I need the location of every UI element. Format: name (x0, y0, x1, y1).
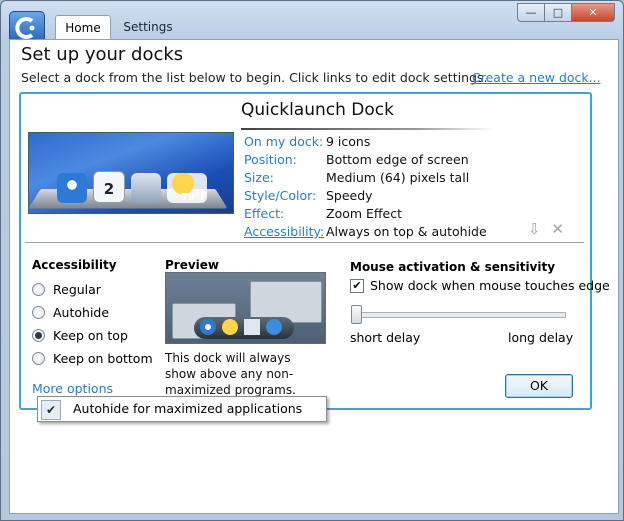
gear-icon (266, 319, 282, 335)
on-my-dock-link[interactable]: On my dock: (244, 134, 323, 149)
position-link[interactable]: Position: (244, 152, 297, 167)
radio-autohide-dot[interactable] (32, 305, 45, 319)
dock-panel[interactable]: 2 79°F Quicklaunch Dock On my dock: 9 ic… (19, 92, 610, 410)
on-my-dock-value: 9 icons (326, 134, 371, 149)
radio-keep-on-bottom[interactable]: Keep on bottom (32, 349, 153, 367)
tab-home[interactable]: Home (55, 15, 111, 41)
calendar-icon: 2 (93, 171, 125, 203)
dock-actions: ⇩ ✕ (528, 220, 564, 238)
accessibility-heading: Accessibility (32, 258, 117, 272)
position-value: Bottom edge of screen (326, 152, 469, 167)
radio-keep-on-top-dot[interactable] (32, 328, 45, 342)
more-options-link[interactable]: More options (32, 381, 113, 396)
style-color-value: Speedy (326, 188, 373, 203)
maximize-button[interactable]: □ (545, 3, 572, 22)
windows-icon (57, 173, 87, 203)
dock-name-divider (241, 128, 493, 130)
folder-icon (244, 319, 260, 335)
preview-image (165, 272, 326, 344)
preview-heading: Preview (165, 258, 220, 272)
minimize-button[interactable]: — (517, 3, 545, 22)
long-delay-label: long delay (508, 330, 574, 345)
folder-icon (131, 173, 161, 203)
checkmark-icon: ✔ (41, 400, 61, 420)
close-button[interactable]: ✕ (572, 3, 615, 22)
section-divider (25, 242, 584, 243)
dock-name: Quicklaunch Dock (241, 100, 394, 120)
size-value: Medium (64) pixels tall (326, 170, 470, 185)
delay-slider-track[interactable] (354, 312, 566, 318)
radio-keep-on-top[interactable]: Keep on top (32, 326, 128, 344)
size-link[interactable]: Size: (244, 170, 274, 185)
app-window: Home Settings — □ ✕ Set up your docks Se… (0, 0, 624, 521)
windows-icon (200, 319, 216, 335)
delay-slider-thumb[interactable] (351, 305, 362, 324)
radio-regular[interactable]: Regular (32, 280, 101, 298)
mouse-heading: Mouse activation & sensitivity (350, 260, 556, 274)
radio-keep-on-bottom-label: Keep on bottom (53, 350, 153, 366)
show-dock-checkbox-label: Show dock when mouse touches edge (370, 278, 610, 293)
tab-settings[interactable]: Settings (115, 15, 181, 39)
radio-keep-on-bottom-dot[interactable] (32, 351, 45, 365)
page-title: Set up your docks (21, 44, 184, 65)
show-dock-checkbox-row[interactable]: ✔ Show dock when mouse touches edge (350, 278, 610, 293)
ok-button[interactable]: OK (505, 374, 573, 398)
accessibility-value: Always on top & autohide (326, 224, 487, 239)
page-subtitle: Select a dock from the list below to beg… (21, 70, 488, 85)
delete-icon[interactable]: ✕ (551, 220, 564, 238)
preview-description: This dock will always show above any non… (165, 351, 296, 397)
create-dock-link[interactable]: Create a new dock... (472, 70, 601, 85)
radio-regular-dot[interactable] (32, 282, 45, 296)
weather-icon: 79°F (167, 173, 207, 203)
main-content: Set up your docks Select a dock from the… (9, 39, 619, 514)
effect-link[interactable]: Effect: (244, 206, 284, 221)
radio-autohide[interactable]: Autohide (32, 303, 109, 321)
effect-value: Zoom Effect (326, 206, 402, 221)
weather-icon (222, 319, 238, 335)
show-dock-checkbox[interactable]: ✔ (350, 278, 364, 293)
window-controls: — □ ✕ (517, 3, 615, 22)
dock-thumbnail[interactable]: 2 79°F (28, 132, 234, 214)
radio-regular-label: Regular (53, 281, 101, 297)
radio-keep-on-top-label: Keep on top (53, 327, 128, 343)
download-icon[interactable]: ⇩ (528, 220, 541, 238)
short-delay-label: short delay (350, 330, 421, 345)
radio-autohide-label: Autohide (53, 304, 110, 320)
accessibility-link[interactable]: Accessibility: (244, 224, 324, 239)
more-options-menu: ✔ Autohide for maximized applications (37, 396, 327, 422)
style-color-link[interactable]: Style/Color: (244, 188, 316, 203)
menu-item-autohide-maximized[interactable]: Autohide for maximized applications (73, 401, 302, 416)
